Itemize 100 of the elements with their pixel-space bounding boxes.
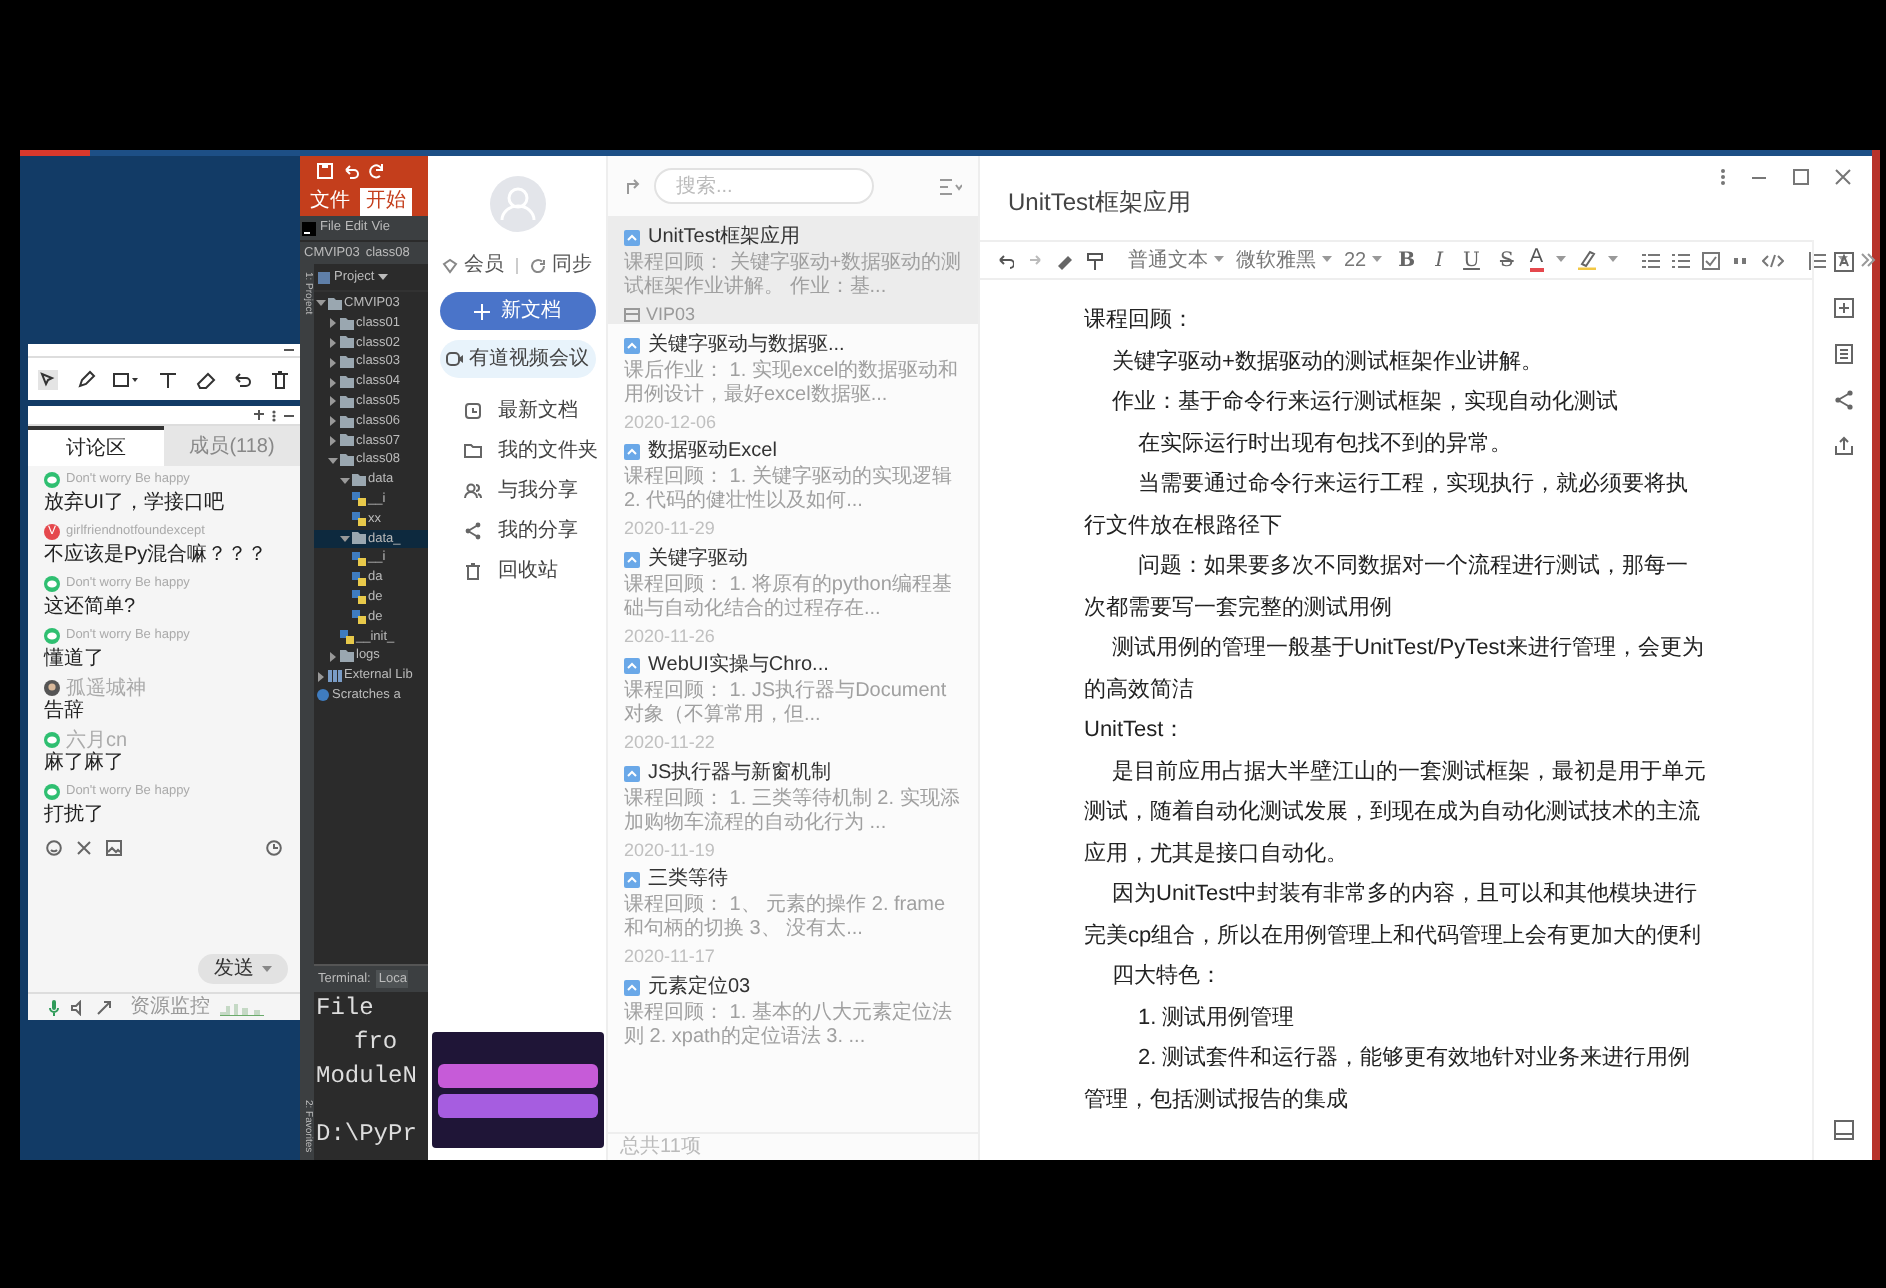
chat-message: 放弃UI了，学接口吧 [44, 490, 226, 516]
note-list-item[interactable]: 三类等待 课程回顾： 1、 元素的操作 2. frame和句柄的切换 3、 没有太... 2020-11-17 [608, 858, 978, 965]
clock-icon [266, 840, 282, 856]
note-list-item[interactable]: WebUI实操与Chro... 课程回顾： 1. JS执行器与Document对象（不算常用，但... 2020-11-22 [608, 644, 978, 751]
note-count: 总共11项 [620, 1133, 701, 1162]
note-notebook: VIP03 [646, 302, 696, 328]
note-list-item[interactable]: 元素定位03 课程回顾： 1. 基本的八大元素定位法则 2. xpath的定位语法 3. ... [608, 965, 978, 1072]
bulleted-list-icon [1641, 251, 1659, 269]
trash-icon [269, 369, 290, 389]
nav-item[interactable]: 我的文件夹 [428, 434, 606, 466]
sync-link[interactable]: 同步 [552, 250, 592, 280]
library-icon [328, 670, 342, 683]
chat-bubble-avatar-icon [44, 784, 60, 800]
nav-item[interactable]: 与我分享 [428, 474, 606, 506]
note-list-item[interactable]: 关键字驱动 课程回顾： 1. 将原有的python编程基础与自动化结合的过程存在... 2020-11-26 [608, 537, 978, 644]
pen-tool-icon [75, 369, 96, 389]
format-button[interactable]: U [1459, 245, 1484, 275]
chat-bubble-avatar-icon [44, 576, 60, 592]
outline-icon [1833, 344, 1853, 364]
nav-item[interactable]: 回收站 [428, 554, 606, 586]
terminal-line: fro [352, 1026, 400, 1060]
maximize-icon [1792, 168, 1810, 186]
clock-icon [464, 401, 482, 419]
note-title: 关键字驱动与数据驱... [648, 333, 845, 357]
new-document-button[interactable]: 新文档 [439, 292, 595, 330]
note-date: 2020-11-19 [624, 837, 717, 863]
note-snippet: 课程回顾： 1、 元素的操作 2. frame和句柄的切换 3、 没有太... [624, 894, 948, 942]
note-list-item[interactable]: UnitTest框架应用 课程回顾： 关键字驱动+数据驱动的测试框架作业讲解。 作业：基... VIP03 [608, 216, 978, 323]
terminal-line: D:\PyPr [314, 1118, 419, 1152]
video-camera-icon [445, 352, 463, 366]
paragraph: 关键字驱动+数据驱动的测试框架作业讲解。 [1110, 347, 1545, 377]
diamond-icon [442, 257, 458, 273]
format-button[interactable]: I [1431, 245, 1448, 275]
format-button[interactable]: S [1495, 245, 1518, 275]
undo-icon [342, 161, 360, 179]
note-snippet: 课程回顾： 关键字驱动+数据驱动的测试框架作业讲解。 作业：基... [624, 252, 962, 300]
document-icon [624, 872, 640, 888]
terminal-line: ModuleN [314, 1060, 419, 1094]
chat-message: 不应该是Py混合嘛？？？ [44, 542, 270, 568]
image-icon [106, 840, 122, 856]
send-button[interactable]: 发送 [198, 954, 288, 984]
document-icon [624, 658, 640, 674]
text-color-button[interactable]: A [1529, 248, 1543, 272]
note-list-item[interactable]: 关键字驱动与数据驱... 课后作业： 1. 实现excel的数据驱动和用例设计，最好excel数据驱... 2020-12-06 [608, 323, 978, 430]
notebook-icon [624, 308, 640, 323]
eraser-icon [1056, 251, 1074, 269]
share-icon [464, 521, 482, 539]
video-meeting-button[interactable]: 有道视频会议 [439, 340, 595, 378]
book-icon [1833, 1120, 1853, 1140]
redo-icon [1026, 251, 1044, 269]
caret-icon [1555, 256, 1565, 264]
scratch-icon [316, 688, 330, 703]
text-style-dropdown[interactable]: 普通文本 [1128, 245, 1224, 275]
note-title: 元素定位03 [648, 975, 751, 999]
code-icon [1761, 251, 1783, 269]
user-avatar-icon [44, 680, 60, 696]
search-field[interactable]: 搜索... [654, 168, 874, 204]
more-tools-icon [1859, 252, 1875, 268]
undo-icon [232, 369, 253, 389]
document-icon [624, 337, 640, 353]
numbered-list-icon [1671, 251, 1689, 269]
paragraph: 是目前应用占据大半壁江山的一套测试框架，最初是用于单元测试，随着自动化测试发展，到现在成为自动化测试技术的主流应用，尤其是接口自动化。 [1084, 757, 1708, 869]
note-list-item[interactable]: JS执行器与新窗机制 课程回顾： 1. 三类等待机制 2. 实现添加购物车流程的自动化行为 ... 2020-11-19 [608, 751, 978, 858]
note-snippet: 课程回顾： 1. 将原有的python编程基础与自动化结合的过程存在... [624, 573, 954, 621]
more-icon [1720, 168, 1726, 186]
chat-tab[interactable]: 讨论区 [28, 426, 164, 466]
font-size-dropdown[interactable]: 22 [1344, 245, 1383, 275]
nav-item[interactable]: 最新文档 [428, 394, 606, 426]
note-list-item[interactable]: 数据驱动Excel 课程回顾： 1. 关键字驱动的实现逻辑 2. 代码的健壮性以及如何... 2020-11-29 [608, 430, 978, 537]
chat-message: 麻了麻了 [44, 750, 126, 776]
ribbon-tab[interactable]: 开始 [360, 188, 412, 216]
font-dropdown[interactable]: 微软雅黑 [1236, 245, 1332, 275]
format-button[interactable]: B [1394, 245, 1420, 275]
monitor-label: 资源监控 [130, 994, 210, 1022]
caret-icon [1607, 256, 1617, 264]
format-painter-icon [1086, 251, 1104, 269]
note-title: UnitTest框架应用 [648, 226, 801, 250]
trash-icon [464, 561, 482, 579]
minimize-icon [284, 344, 294, 354]
document-icon [624, 444, 640, 460]
minimize-icon [284, 410, 294, 420]
add-icon [1833, 298, 1853, 318]
paragraph: 在实际运行时出现有包找不到的异常。 [1136, 429, 1514, 459]
chat-message: 懂道了 [44, 646, 106, 672]
document-icon [624, 551, 640, 567]
note-title: WebUI实操与Chro... [648, 654, 829, 678]
caret-icon [1214, 256, 1224, 264]
note-date: 2020-11-26 [624, 623, 717, 649]
pin-icon [254, 410, 264, 420]
note-snippet: 课程回顾： 1. 三类等待机制 2. 实现添加购物车流程的自动化行为 ... [624, 787, 962, 835]
nav-item[interactable]: 我的分享 [428, 514, 606, 546]
expanded-arrow-icon [340, 533, 350, 544]
ribbon-tab[interactable]: 文件 [304, 188, 356, 216]
close-icon [1834, 168, 1852, 186]
member-link[interactable]: 会员 [464, 250, 504, 280]
paragraph: 因为UnitTest中封装有非常多的内容，且可以和其他模块进行完美cp组合，所以在用例管理上和代码管理上会有更加大的便利 [1084, 879, 1704, 951]
translate-icon [1833, 252, 1853, 272]
share-icon [1833, 390, 1853, 410]
eraser-tool-icon [195, 369, 216, 389]
emoji-icon [46, 840, 62, 856]
